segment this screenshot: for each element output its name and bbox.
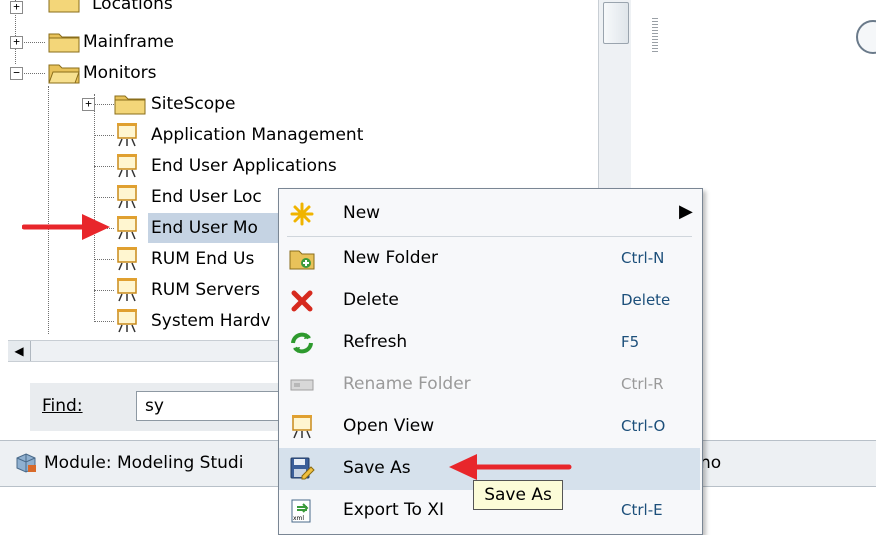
menu-item-refresh[interactable]: Refresh F5 bbox=[279, 322, 700, 364]
view-icon bbox=[117, 309, 137, 333]
folder-icon bbox=[48, 0, 80, 13]
scrollbar-thumb[interactable] bbox=[603, 2, 629, 44]
menu-item-shortcut: Ctrl-N bbox=[621, 249, 665, 267]
red-annotation-arrow-icon bbox=[449, 454, 572, 480]
view-icon bbox=[117, 247, 137, 271]
status-module-text: Module: Modeling Studi bbox=[44, 453, 244, 473]
submenu-arrow-icon: ▶ bbox=[679, 201, 693, 222]
tree-item-label: Monitors bbox=[83, 63, 157, 83]
tree-item-label: Application Management bbox=[151, 125, 364, 145]
view-icon bbox=[117, 216, 137, 240]
expand-icon[interactable]: + bbox=[10, 36, 23, 49]
menu-item-label: New Folder bbox=[343, 248, 439, 268]
tree-item-label: RUM End Us bbox=[151, 249, 255, 269]
view-icon bbox=[117, 185, 137, 209]
tree-item-view[interactable]: Application Management bbox=[8, 120, 598, 150]
export-xml-icon: xml bbox=[291, 499, 311, 523]
expand-icon[interactable]: + bbox=[82, 98, 95, 111]
view-icon bbox=[292, 415, 312, 439]
tree-item-mainframe[interactable]: + Mainframe bbox=[8, 27, 598, 57]
menu-item-new-folder[interactable]: New Folder Ctrl-N bbox=[279, 238, 700, 280]
tree-item-label: RUM Servers bbox=[151, 280, 260, 300]
menu-item-rename-folder: Rename Folder Ctrl-R bbox=[279, 364, 700, 406]
expand-icon[interactable]: + bbox=[10, 1, 23, 14]
collapse-icon[interactable]: − bbox=[10, 67, 23, 80]
menu-item-shortcut: Ctrl-O bbox=[621, 417, 666, 435]
rename-icon bbox=[290, 379, 314, 391]
menu-item-label: New bbox=[343, 203, 381, 223]
tree-item-view[interactable]: End User Applications bbox=[8, 151, 598, 181]
tree-item-label: Locations bbox=[92, 0, 173, 14]
view-icon bbox=[117, 278, 137, 302]
tree-item-monitors[interactable]: − Monitors bbox=[8, 58, 598, 88]
menu-item-shortcut: Delete bbox=[621, 291, 671, 309]
refresh-icon bbox=[291, 332, 313, 354]
menu-item-delete[interactable]: Delete Delete bbox=[279, 280, 700, 322]
tree-item-label: Mainframe bbox=[83, 32, 174, 52]
tree-item-locations[interactable]: + Locations bbox=[8, 0, 598, 27]
red-annotation-arrow-icon bbox=[22, 214, 110, 240]
menu-item-open-view[interactable]: Open View Ctrl-O bbox=[279, 406, 700, 448]
menu-item-label: Save As bbox=[343, 458, 411, 478]
menu-item-label: Delete bbox=[343, 290, 399, 310]
tree-item-label: End User Loc bbox=[151, 187, 262, 207]
tooltip: Save As bbox=[473, 480, 563, 510]
folder-icon bbox=[114, 95, 146, 115]
menu-item-label: Export To XI bbox=[343, 500, 445, 520]
menu-item-label: Open View bbox=[343, 416, 435, 436]
svg-text:xml: xml bbox=[293, 515, 304, 522]
tree-item-label: System Hardv bbox=[151, 311, 271, 331]
star-icon bbox=[290, 202, 314, 226]
module-icon bbox=[16, 453, 36, 473]
splitter-grip[interactable] bbox=[652, 18, 658, 52]
new-folder-icon bbox=[289, 250, 315, 270]
menu-item-new[interactable]: New ▶ bbox=[279, 193, 700, 235]
tree-item-label: SiteScope bbox=[151, 94, 236, 114]
open-folder-icon bbox=[48, 64, 80, 84]
menu-item-shortcut: F5 bbox=[621, 333, 640, 351]
tree-item-sitescope[interactable]: + SiteScope bbox=[8, 89, 598, 119]
menu-item-label: Refresh bbox=[343, 332, 408, 352]
menu-item-label: Rename Folder bbox=[343, 374, 471, 394]
tree-item-label: End User Applications bbox=[151, 156, 337, 176]
menu-item-shortcut: Ctrl-R bbox=[621, 375, 664, 393]
find-label: Find: bbox=[42, 396, 83, 416]
status-right-text: no bbox=[700, 453, 722, 473]
view-icon bbox=[117, 154, 137, 178]
folder-icon bbox=[48, 33, 80, 53]
menu-separator bbox=[287, 236, 692, 237]
menu-item-shortcut: Ctrl-E bbox=[621, 501, 663, 519]
delete-x-icon bbox=[291, 290, 313, 312]
view-icon bbox=[117, 123, 137, 147]
save-as-icon bbox=[290, 457, 315, 480]
scroll-left-arrow-icon[interactable]: ◀ bbox=[8, 341, 31, 361]
